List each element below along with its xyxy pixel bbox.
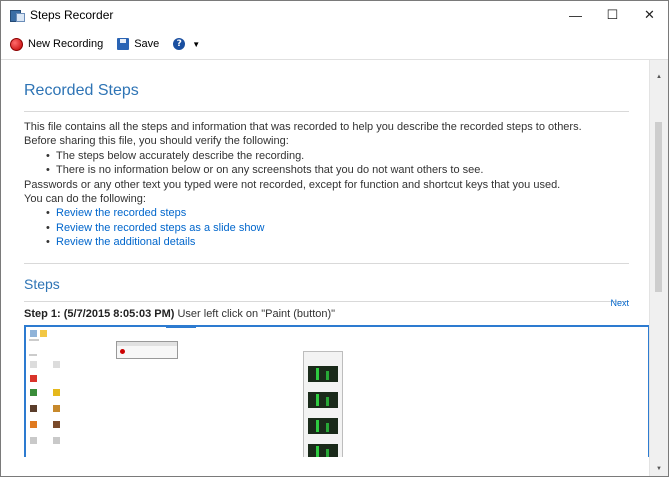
desktop-icon	[30, 420, 37, 428]
maximize-button[interactable]: ☐	[594, 1, 631, 29]
step-1-caption: Step 1: (5/7/2015 8:05:03 PM) User left …	[24, 308, 629, 320]
desktop-icon	[53, 420, 60, 428]
toolbar: New Recording Save ? ▼	[1, 29, 668, 60]
dropdown-caret-icon[interactable]: ▼	[192, 40, 200, 49]
scroll-thumb[interactable]	[655, 122, 662, 292]
desktop-icon-label	[29, 353, 37, 356]
mini-recorder-window	[116, 340, 178, 359]
divider	[24, 111, 629, 112]
steps-recorder-window: Steps Recorder — ☐ ✕ New Recording Save …	[0, 0, 669, 477]
save-label: Save	[134, 38, 160, 50]
passwords-note: Passwords or any other text you typed we…	[24, 178, 561, 191]
step-1-screenshot[interactable]	[24, 324, 649, 457]
desktop-icon	[53, 404, 60, 412]
help-button[interactable]: ? ▼	[173, 38, 200, 50]
step-1-label: Step 1: (5/7/2015 8:05:03 PM)	[24, 307, 175, 320]
desktop-icon	[40, 329, 47, 337]
desktop-icon	[53, 360, 60, 368]
desktop-icon	[30, 436, 37, 444]
action-links: Review the recorded steps Review the rec…	[24, 206, 629, 250]
scroll-up-icon[interactable]: ▲	[656, 74, 662, 80]
steps-recorder-app-icon	[10, 8, 25, 22]
intro-text: This file contains all the steps and inf…	[24, 121, 582, 133]
review-slideshow-link[interactable]: Review the recorded steps as a slide sho…	[56, 222, 265, 234]
desktop-icon	[30, 404, 37, 412]
next-link[interactable]: Next	[610, 298, 629, 308]
new-recording-label: New Recording	[28, 38, 104, 50]
minimize-button[interactable]: —	[557, 1, 594, 29]
save-button[interactable]: Save	[117, 38, 159, 50]
scroll-down-icon[interactable]: ▼	[656, 466, 662, 472]
close-button[interactable]: ✕	[631, 1, 668, 29]
desktop-icon	[30, 388, 37, 396]
step-1-description: User left click on "Paint (button)"	[177, 307, 336, 320]
vertical-scrollbar[interactable]: ▲ ▼	[649, 60, 668, 476]
click-highlight	[166, 326, 196, 328]
desktop-icon	[30, 374, 37, 382]
record-icon	[10, 37, 23, 51]
verify-list: The steps below accurately describe the …	[24, 149, 629, 178]
help-icon: ?	[173, 38, 186, 50]
desktop-icon	[53, 388, 60, 396]
window-title: Steps Recorder	[30, 8, 114, 22]
review-steps-link[interactable]: Review the recorded steps	[56, 207, 186, 219]
mini-app-panel	[303, 350, 343, 457]
title-bar: Steps Recorder — ☐ ✕	[1, 1, 668, 29]
list-item: The steps below accurately describe the …	[46, 149, 629, 164]
report-content: Recorded Steps This file contains all th…	[1, 60, 649, 476]
verify-intro-text: Before sharing this file, you should ver…	[24, 135, 289, 148]
desktop-icon-label	[29, 338, 39, 341]
save-icon	[117, 38, 130, 50]
recorded-steps-heading: Recorded Steps	[24, 82, 139, 99]
desktop-icon	[53, 436, 60, 444]
divider	[24, 262, 629, 264]
review-details-link[interactable]: Review the additional details	[56, 236, 195, 248]
new-recording-button[interactable]: New Recording	[1, 37, 104, 51]
steps-heading: Steps	[24, 275, 60, 292]
desktop-icon	[30, 360, 37, 368]
can-do-intro: You can do the following:	[24, 193, 146, 206]
desktop-icon	[30, 329, 37, 337]
list-item: There is no information below or on any …	[46, 163, 629, 178]
